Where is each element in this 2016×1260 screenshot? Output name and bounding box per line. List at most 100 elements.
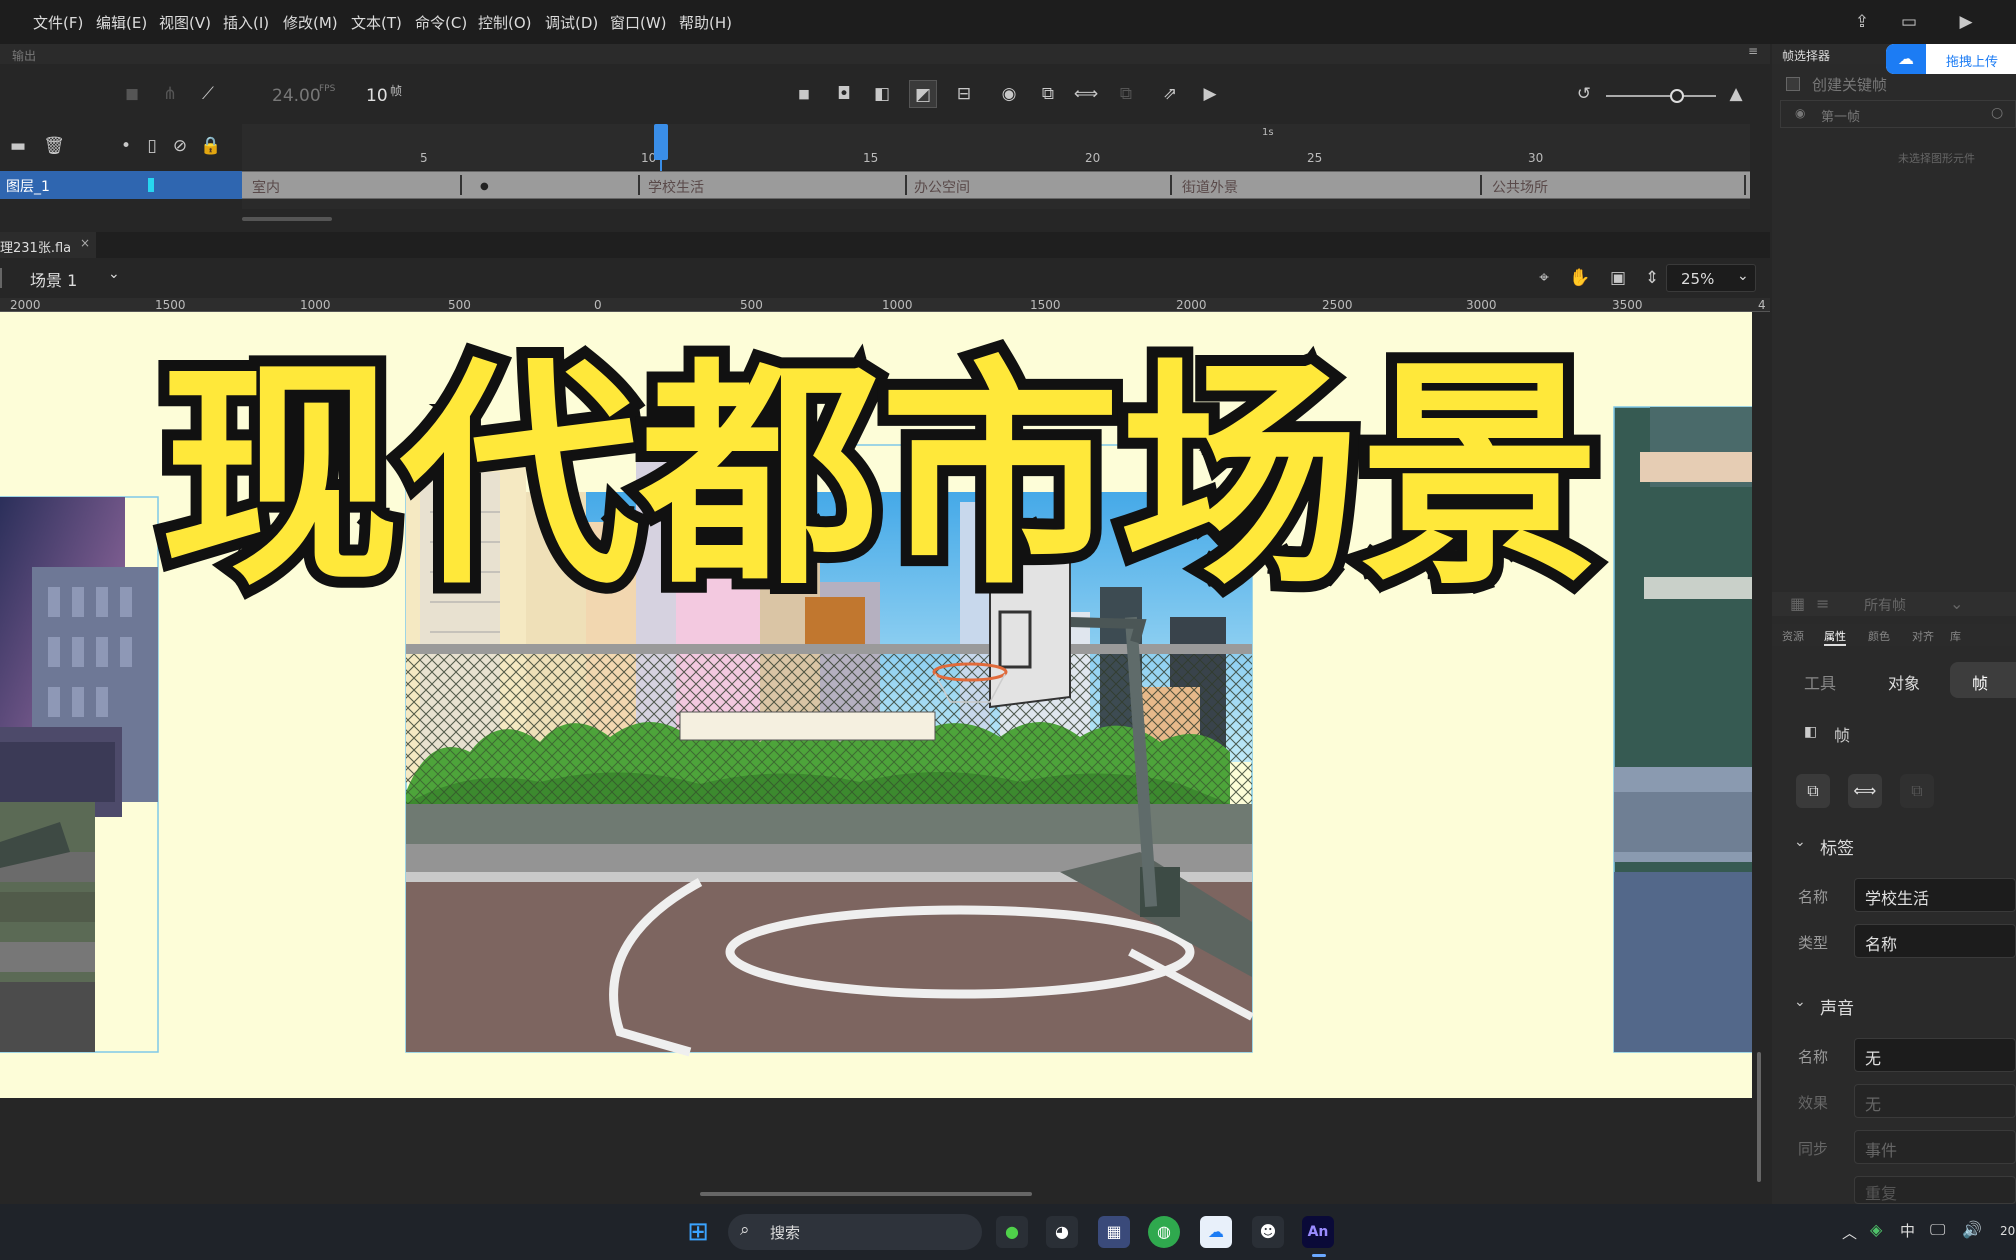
- volume-icon[interactable]: 🔊: [1962, 1220, 1982, 1239]
- all-frames-select[interactable]: 所有帧: [1864, 595, 1906, 615]
- hide-icon[interactable]: ⊘: [166, 132, 194, 160]
- outline-icon[interactable]: ▯: [138, 132, 166, 160]
- menu-commands[interactable]: 命令(C): [415, 12, 467, 33]
- frame-label-indoor[interactable]: 室内: [252, 177, 280, 197]
- sound-sync-select[interactable]: 事件: [1854, 1130, 2016, 1164]
- chevron-down-icon[interactable]: ⌄: [1794, 834, 1806, 850]
- zoom-select[interactable]: 25% ⌄: [1666, 264, 1756, 292]
- tab-assets[interactable]: 资源: [1782, 628, 1804, 644]
- center-stage-icon[interactable]: ⌖: [1530, 264, 1558, 292]
- blank-keyframe-icon[interactable]: ◧: [868, 80, 896, 108]
- tab-properties[interactable]: 属性: [1824, 628, 1846, 646]
- frame-option-row[interactable]: ◉ 第一帧 ○: [1780, 100, 2016, 128]
- stepper-icon[interactable]: ⇕: [1638, 264, 1666, 292]
- frame-label-street[interactable]: 街道外景: [1182, 177, 1238, 197]
- windows-start-icon[interactable]: ⊞: [682, 1216, 714, 1248]
- frame-label-office[interactable]: 办公空间: [914, 177, 970, 197]
- browser-icon[interactable]: ◍: [1148, 1216, 1180, 1248]
- playhead[interactable]: [654, 124, 668, 160]
- frames-row[interactable]: 室内 ● 学校生活 办公空间 街道外景 公共场所: [242, 171, 1750, 199]
- trash-icon[interactable]: 🗑: [40, 132, 68, 160]
- rotate-icon[interactable]: ✋: [1566, 264, 1594, 292]
- timeline-hscroll[interactable]: [242, 199, 1750, 221]
- calculator-icon[interactable]: ▦: [1098, 1216, 1130, 1248]
- close-icon[interactable]: ×: [80, 236, 90, 250]
- folder-icon[interactable]: ▬: [4, 132, 32, 160]
- menu-control[interactable]: 控制(O): [478, 12, 532, 33]
- chevron-down-icon[interactable]: ⌄: [1950, 594, 1963, 613]
- copy-icon[interactable]: ⧉: [1900, 774, 1934, 808]
- keyframe-icon[interactable]: ◘: [830, 80, 858, 108]
- export-icon[interactable]: ⇗: [1156, 80, 1184, 108]
- undo-zoom-icon[interactable]: ↺: [1570, 80, 1598, 108]
- tab-library[interactable]: 库: [1950, 628, 1961, 644]
- grid-icon[interactable]: ▦: [1790, 594, 1805, 613]
- loop-icon[interactable]: ⟺: [1072, 80, 1100, 108]
- document-tab[interactable]: 理231张.fla ×: [0, 232, 96, 258]
- menu-file[interactable]: 文件(F): [33, 12, 83, 33]
- menu-window[interactable]: 窗口(W): [610, 12, 667, 33]
- subtab-frame[interactable]: 帧: [1950, 662, 2016, 698]
- ime-indicator[interactable]: 中: [1900, 1220, 1915, 1241]
- layer-parent-icon[interactable]: ⋔: [156, 80, 184, 108]
- delete-frame-icon[interactable]: ⊟: [950, 80, 978, 108]
- insert-frame-icon[interactable]: ◩: [909, 80, 937, 108]
- cloud-drive-icon[interactable]: ☁: [1200, 1216, 1232, 1248]
- qq-icon[interactable]: ◕: [1046, 1216, 1078, 1248]
- stop-icon[interactable]: ◾: [790, 80, 818, 108]
- menu-debug[interactable]: 调试(D): [545, 12, 598, 33]
- play-icon[interactable]: ▶: [1196, 80, 1224, 108]
- create-keyframe-checkbox[interactable]: [1786, 77, 1800, 91]
- frame-action-icon[interactable]: ⧉: [1796, 774, 1830, 808]
- sound-effect-select[interactable]: 无: [1854, 1084, 2016, 1118]
- chevron-down-icon[interactable]: ⌄: [108, 266, 120, 282]
- lock-icon[interactable]: 🔒: [197, 132, 225, 160]
- edit-multiple-icon[interactable]: ⧉: [1034, 80, 1062, 108]
- tab-align[interactable]: 对齐: [1912, 628, 1934, 644]
- upload-button[interactable]: ☁ 拖拽上传: [1886, 44, 2016, 74]
- clip-icon[interactable]: ▣: [1604, 264, 1632, 292]
- tab-color[interactable]: 颜色: [1868, 628, 1890, 644]
- test-movie-icon[interactable]: ▶: [1952, 8, 1980, 36]
- vscroll-thumb[interactable]: [1757, 1052, 1761, 1182]
- fps-value[interactable]: 24.00: [272, 86, 321, 106]
- sync-icon[interactable]: ⧉: [1112, 80, 1140, 108]
- wechat-icon[interactable]: ●: [996, 1216, 1028, 1248]
- onion-skin-icon[interactable]: ◉: [995, 80, 1023, 108]
- scene-name[interactable]: 场景 1: [30, 267, 77, 291]
- label-name-input[interactable]: 学校生活: [1854, 878, 2016, 912]
- dot-icon[interactable]: •: [112, 132, 140, 160]
- frame-label-public[interactable]: 公共场所: [1492, 177, 1548, 197]
- sound-repeat-select[interactable]: 重复: [1854, 1176, 2016, 1204]
- timeline-zoom-slider[interactable]: [1606, 95, 1716, 97]
- zoom-slider-thumb[interactable]: [1670, 89, 1684, 103]
- menu-text[interactable]: 文本(T): [351, 12, 402, 33]
- workspace-icon[interactable]: ▭: [1895, 8, 1923, 36]
- horizontal-ruler[interactable]: 2000 1500 1000 500 0 500 1000 1500 2000 …: [0, 298, 1770, 312]
- menu-help[interactable]: 帮助(H): [679, 12, 732, 33]
- tray-chevron-icon[interactable]: ︿: [1842, 1222, 1857, 1243]
- label-type-select[interactable]: 名称: [1854, 924, 2016, 958]
- layer-row[interactable]: 图层_1: [0, 171, 242, 199]
- network-icon[interactable]: 🖵: [1930, 1220, 1945, 1240]
- menu-edit[interactable]: 编辑(E): [96, 12, 147, 33]
- list-icon[interactable]: ≡: [1816, 594, 1829, 613]
- chevron-down-icon[interactable]: ⌄: [1794, 994, 1806, 1010]
- swap-icon[interactable]: ⟺: [1848, 774, 1882, 808]
- frame-ruler[interactable]: 5 10 15 20 25 30 1s: [242, 124, 1750, 202]
- panel-menu-icon[interactable]: ≡: [1748, 44, 1758, 58]
- stage[interactable]: 现代都市场景: [0, 312, 1752, 1098]
- clock[interactable]: 20: [2000, 1224, 2015, 1238]
- menu-view[interactable]: 视图(V): [159, 12, 211, 33]
- menu-insert[interactable]: 插入(I): [223, 12, 269, 33]
- menu-modify[interactable]: 修改(M): [283, 12, 338, 33]
- mountain-icon[interactable]: ▲: [1722, 80, 1750, 108]
- share-icon[interactable]: ⇪: [1848, 8, 1876, 36]
- subtab-tools[interactable]: 工具: [1804, 670, 1836, 694]
- subtab-object[interactable]: 对象: [1888, 670, 1920, 694]
- sound-name-select[interactable]: 无: [1854, 1038, 2016, 1072]
- stage-hscroll-thumb[interactable]: [700, 1192, 1032, 1196]
- layer-name[interactable]: 图层_1: [6, 176, 50, 196]
- stage-vscroll[interactable]: [1754, 312, 1768, 1212]
- search-box[interactable]: ⌕ 搜索: [728, 1214, 982, 1250]
